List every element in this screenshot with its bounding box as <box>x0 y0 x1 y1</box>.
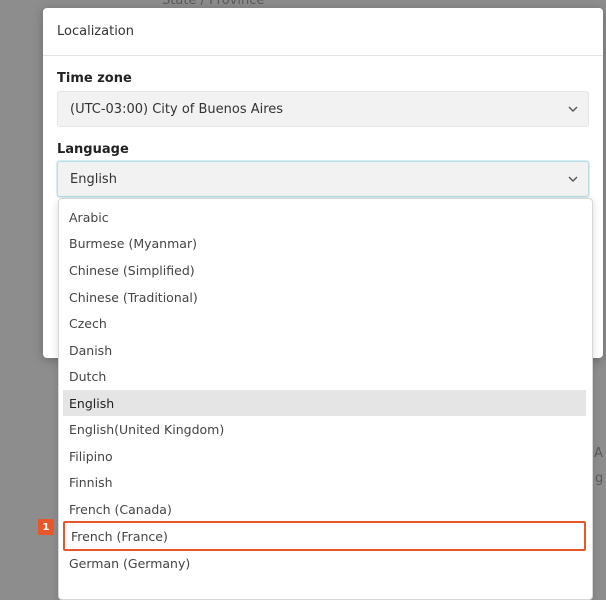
language-option[interactable]: Chinese (Traditional) <box>63 284 586 310</box>
language-option[interactable]: Arabic <box>63 204 586 230</box>
modal-header: Localization <box>43 8 603 56</box>
language-option[interactable]: French (Canada) <box>63 496 586 522</box>
language-option-selected[interactable]: English <box>63 390 586 416</box>
chevron-down-icon <box>568 106 578 112</box>
language-option[interactable]: Burmese (Myanmar) <box>63 230 586 256</box>
annotation-marker: 1 <box>38 519 54 535</box>
background-text-fragment: g <box>595 471 604 486</box>
chevron-down-icon <box>568 176 578 182</box>
language-select[interactable]: English <box>57 161 589 197</box>
language-option[interactable]: Chinese (Simplified) <box>63 257 586 283</box>
timezone-select[interactable]: (UTC-03:00) City of Buenos Aires <box>57 91 589 127</box>
timezone-label: Time zone <box>57 71 132 86</box>
language-option[interactable]: Finnish <box>63 469 586 495</box>
language-option[interactable]: Danish <box>63 337 586 363</box>
background-state-label: State / Province <box>162 0 265 8</box>
modal-title: Localization <box>57 24 134 39</box>
language-option[interactable]: Dutch <box>63 363 586 389</box>
language-value: English <box>70 171 117 187</box>
language-option-highlighted[interactable]: French (France) <box>63 521 586 551</box>
timezone-value: (UTC-03:00) City of Buenos Aires <box>70 101 284 117</box>
language-option[interactable]: German (Germany) <box>63 550 586 576</box>
language-label: Language <box>57 142 129 157</box>
language-dropdown-list: Arabic Burmese (Myanmar) Chinese (Simpli… <box>58 198 593 600</box>
language-option[interactable]: English(United Kingdom) <box>63 416 586 442</box>
background-text-fragment: A <box>594 446 603 461</box>
language-option[interactable]: Filipino <box>63 443 586 469</box>
language-option[interactable]: Czech <box>63 310 586 336</box>
